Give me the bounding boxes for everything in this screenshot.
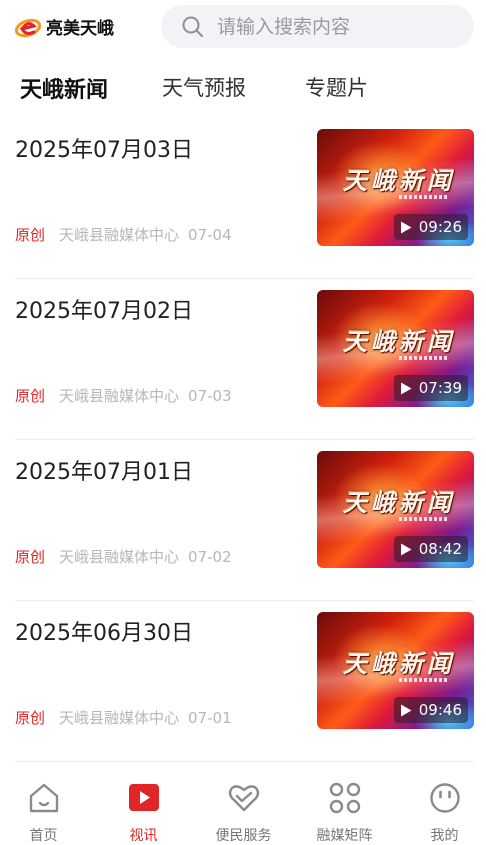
item-title: 2025年07月02日 (15, 299, 193, 324)
tab-documentary[interactable]: 专题片 (305, 72, 368, 102)
item-date: 07-02 (188, 548, 232, 566)
original-badge: 原创 (15, 387, 46, 405)
duration-badge: 08:42 (393, 536, 468, 562)
app-logo[interactable]: 亮美天峨 (14, 12, 114, 40)
search-icon (182, 16, 203, 37)
heart-hands-icon (228, 785, 259, 812)
nav-label: 视讯 (129, 828, 158, 844)
item-title: 2025年06月30日 (15, 621, 193, 646)
duration-badge: 09:46 (393, 697, 468, 723)
thumbnail-title: 天峨新闻 (343, 489, 455, 517)
play-icon (400, 704, 412, 716)
duration-badge: 09:26 (393, 214, 468, 240)
search-input[interactable] (217, 15, 447, 38)
item-meta: 原创 天峨县融媒体中心 07-01 (15, 707, 232, 728)
smiley-icon (429, 783, 460, 813)
nav-media-matrix[interactable]: 融媒矩阵 (296, 765, 393, 845)
thumbnail-decoration (399, 195, 449, 199)
item-source: 天峨县融媒体中心 (59, 387, 180, 405)
play-icon (400, 543, 412, 555)
nav-video[interactable]: 视讯 (95, 765, 192, 845)
nav-label: 融媒矩阵 (316, 828, 373, 844)
play-icon (400, 382, 412, 394)
item-title: 2025年07月03日 (15, 138, 193, 163)
item-date: 07-03 (188, 387, 232, 405)
thumbnail-title: 天峨新闻 (343, 167, 455, 195)
search-bar[interactable] (161, 5, 474, 48)
thumbnail-title: 天峨新闻 (343, 650, 455, 678)
thumbnail-title: 天峨新闻 (343, 328, 455, 356)
original-badge: 原创 (15, 548, 46, 566)
bottom-nav: 首页 视讯 便民服务 融媒矩阵 我的 (0, 765, 486, 845)
item-date: 07-01 (188, 709, 232, 727)
duration-badge: 07:39 (393, 375, 468, 401)
item-meta: 原创 天峨县融媒体中心 07-03 (15, 385, 232, 406)
tab-tiane-news[interactable]: 天峨新闻 (20, 72, 108, 104)
video-thumbnail[interactable]: 天峨新闻 09:46 (317, 612, 474, 729)
nav-label: 便民服务 (215, 828, 272, 844)
item-source: 天峨县融媒体中心 (59, 709, 180, 727)
video-thumbnail[interactable]: 天峨新闻 07:39 (317, 290, 474, 407)
item-source: 天峨县融媒体中心 (59, 226, 180, 244)
header: 亮美天峨 (0, 0, 486, 52)
tab-weather[interactable]: 天气预报 (162, 72, 246, 102)
item-meta: 原创 天峨县融媒体中心 07-04 (15, 224, 232, 245)
list-item[interactable]: 2025年06月30日 原创 天峨县融媒体中心 07-01 天峨新闻 09:46 (15, 601, 474, 762)
duration-text: 09:46 (418, 701, 462, 719)
nav-profile[interactable]: 我的 (396, 765, 486, 845)
duration-text: 08:42 (418, 540, 462, 558)
play-icon (400, 221, 412, 233)
duration-text: 09:26 (418, 218, 462, 236)
duration-text: 07:39 (418, 379, 462, 397)
video-icon (128, 784, 159, 811)
grid-icon (329, 782, 360, 814)
list-item[interactable]: 2025年07月03日 原创 天峨县融媒体中心 07-04 天峨新闻 09:26 (15, 118, 474, 279)
logo-e-icon (14, 18, 42, 38)
video-thumbnail[interactable]: 天峨新闻 08:42 (317, 451, 474, 568)
item-source: 天峨县融媒体中心 (59, 548, 180, 566)
nav-label: 首页 (29, 828, 58, 844)
list-item[interactable]: 2025年07月02日 原创 天峨县融媒体中心 07-03 天峨新闻 07:39 (15, 279, 474, 440)
app-root: 亮美天峨 天峨新闻 天气预报 专题片 2025年07月03日 原创天峨县融媒体中… (0, 0, 486, 845)
category-tabs: 天峨新闻 天气预报 专题片 (0, 64, 486, 110)
item-date: 07-04 (188, 226, 232, 244)
original-badge: 原创 (15, 709, 46, 727)
item-title: 2025年07月01日 (15, 460, 193, 485)
nav-label: 我的 (430, 828, 459, 844)
thumbnail-decoration (399, 678, 449, 682)
nav-home[interactable]: 首页 (0, 765, 92, 845)
item-meta: 原创 天峨县融媒体中心 07-02 (15, 546, 232, 567)
logo-text: 亮美天峨 (46, 18, 114, 39)
nav-services[interactable]: 便民服务 (195, 765, 292, 845)
video-thumbnail[interactable]: 天峨新闻 09:26 (317, 129, 474, 246)
home-icon (29, 783, 58, 813)
original-badge: 原创 (15, 226, 46, 244)
list-item[interactable]: 2025年07月01日 原创 天峨县融媒体中心 07-02 天峨新闻 08:42 (15, 440, 474, 601)
thumbnail-decoration (399, 517, 449, 521)
thumbnail-decoration (399, 356, 449, 360)
